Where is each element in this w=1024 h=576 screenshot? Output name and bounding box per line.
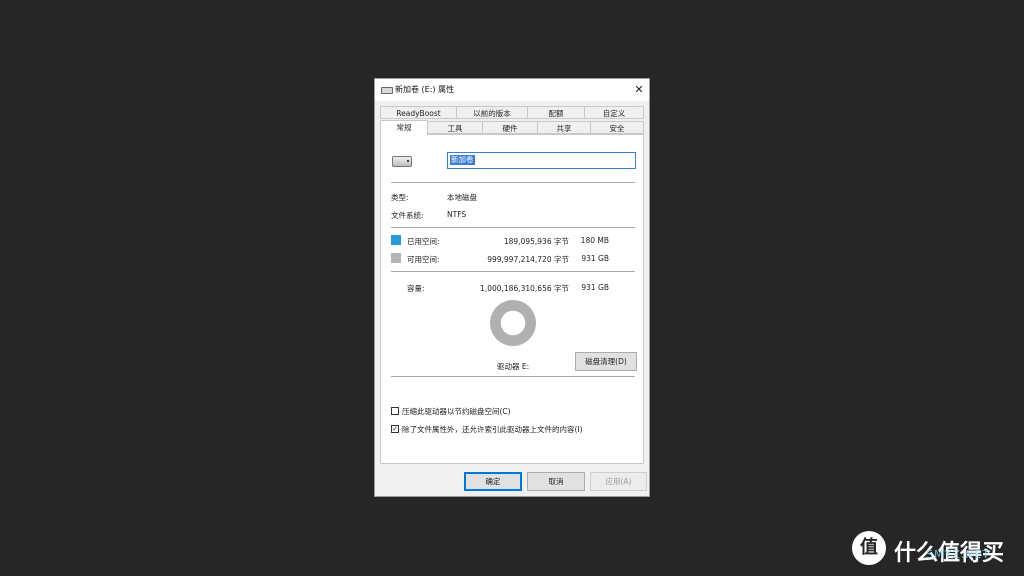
tab-readyboost[interactable]: ReadyBoost (380, 106, 457, 119)
tab-quota[interactable]: 配额 (527, 106, 585, 119)
capacity-label: 容量: (407, 284, 425, 293)
index-checkbox[interactable]: ✓ (391, 425, 399, 433)
tab-customize[interactable]: 自定义 (584, 106, 644, 119)
tab-tools[interactable]: 工具 (427, 121, 483, 134)
tab-general[interactable]: 常规 (380, 120, 428, 135)
apply-button[interactable]: 应用(A) (590, 472, 647, 491)
cancel-button[interactable]: 取消 (527, 472, 585, 491)
divider (391, 376, 635, 377)
free-space-swatch (391, 253, 401, 263)
index-label: 除了文件属性外，还允许索引此驱动器上文件的内容(I) (402, 425, 583, 434)
divider (391, 227, 635, 228)
watermark-badge-glyph: 值 (860, 537, 878, 558)
type-label: 类型: (391, 193, 409, 202)
capacity-size: 931 GB (581, 283, 609, 292)
free-space-label: 可用空间: (407, 255, 440, 264)
divider (391, 182, 635, 183)
free-space-size: 931 GB (581, 254, 609, 263)
capacity-bytes: 1,000,186,310,656 字节 (480, 284, 569, 293)
window-title: 新加卷 (E:) 属性 (395, 85, 455, 94)
drive-icon (381, 87, 393, 94)
tab-hardware[interactable]: 硬件 (482, 121, 538, 134)
type-value: 本地磁盘 (447, 193, 477, 202)
used-space-label: 已用空间: (407, 237, 440, 246)
ok-button[interactable]: 确定 (464, 472, 522, 491)
watermark-badge: 值 (852, 531, 886, 565)
title-bar[interactable]: 新加卷 (E:) 属性 ✕ (375, 79, 649, 101)
general-panel: 新加卷 类型: 本地磁盘 文件系统: NTFS 已用空间: 189,095,93… (380, 134, 644, 464)
divider (391, 271, 635, 272)
watermark-subtext: SMYZ.NET (926, 548, 991, 561)
compress-label: 压缩此驱动器以节约磁盘空间(C) (402, 407, 511, 416)
volume-name-input[interactable]: 新加卷 (447, 152, 636, 169)
free-space-bytes: 999,997,214,720 字节 (487, 255, 569, 264)
disk-usage-donut (490, 300, 536, 346)
filesystem-label: 文件系统: (391, 211, 424, 220)
disk-cleanup-button[interactable]: 磁盘清理(D) (575, 352, 637, 371)
tab-previous-versions[interactable]: 以前的版本 (456, 106, 528, 119)
close-button[interactable]: ✕ (629, 80, 649, 100)
drive-letter-label: 驱动器 E: (497, 362, 530, 371)
drive-icon (392, 156, 412, 167)
properties-dialog: 新加卷 (E:) 属性 ✕ ReadyBoost 以前的版本 配额 自定义 常规… (374, 78, 650, 497)
compress-checkbox[interactable] (391, 407, 399, 415)
tab-security[interactable]: 安全 (590, 121, 644, 134)
tab-sharing[interactable]: 共享 (537, 121, 591, 134)
used-space-size: 180 MB (580, 236, 609, 245)
used-space-bytes: 189,095,936 字节 (503, 237, 569, 246)
used-space-swatch (391, 235, 401, 245)
volume-name-text: 新加卷 (450, 155, 475, 165)
filesystem-value: NTFS (447, 210, 467, 219)
